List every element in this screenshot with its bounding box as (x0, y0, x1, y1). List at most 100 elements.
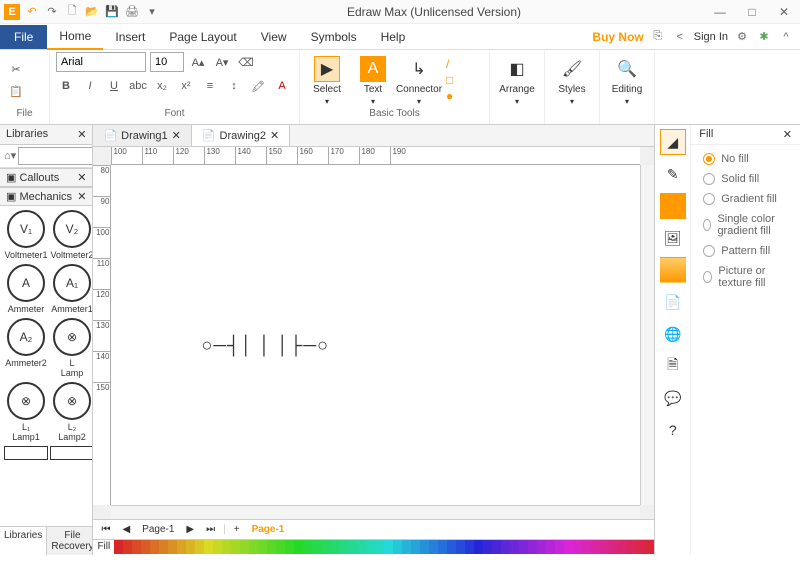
minimize-button[interactable]: — (708, 5, 732, 19)
shape-voltmeter1[interactable]: V₁Voltmeter1 (4, 210, 48, 260)
fill-opt-nofill[interactable]: No fill (703, 153, 788, 165)
maximize-button[interactable]: □ (740, 5, 764, 19)
redo-icon[interactable]: ↷ (44, 4, 60, 20)
doc-tab-1[interactable]: 📄 Drawing1 ✕ (93, 125, 191, 146)
italic-button[interactable]: I (80, 76, 100, 96)
styles-tool[interactable]: 🖌Styles▾ (551, 54, 593, 106)
color-swatches[interactable] (114, 540, 654, 555)
menu-help[interactable]: Help (369, 25, 418, 49)
shape-lamp1[interactable]: ⊗L₁Lamp1 (4, 382, 48, 442)
underline-button[interactable]: U (104, 76, 124, 96)
libraries-panel: Libraries✕ ⌂▾ 🔍 ▣ Callouts✕ ▣ Mechanics✕… (0, 125, 93, 555)
increase-font-icon[interactable]: A▴ (188, 52, 208, 72)
shape-voltmeter2[interactable]: V₂Voltmeter2 (50, 210, 92, 260)
shape-lamp[interactable]: ⊗LLamp (50, 318, 92, 378)
shape-ammeter1[interactable]: A₁Ammeter1 (50, 264, 92, 314)
vertical-ruler: 8090100110120130140150 (93, 165, 111, 505)
share-icon[interactable]: < (672, 29, 688, 45)
highlight-button[interactable]: 🖍 (248, 76, 268, 96)
help-tool-icon[interactable]: ? (660, 417, 686, 443)
fill-panel-close-icon[interactable]: ✕ (783, 128, 792, 141)
layer-tool-icon[interactable]: 🗎 (660, 353, 686, 379)
editing-tool[interactable]: 🔍Editing▾ (606, 54, 648, 106)
shape-ammeter2[interactable]: A₂Ammeter2 (4, 318, 48, 378)
tab-file-recovery[interactable]: File Recovery (47, 527, 93, 555)
subscript-button[interactable]: x₂ (152, 76, 172, 96)
fill-opt-single-gradient[interactable]: Single color gradient fill (703, 213, 788, 237)
quick-shapes[interactable]: /□● (444, 55, 455, 105)
shape-lamp2[interactable]: ⊗L₂Lamp2 (50, 382, 92, 442)
menu-view[interactable]: View (249, 25, 299, 49)
comment-tool-icon[interactable]: 💬 (660, 385, 686, 411)
buy-now-link[interactable]: Buy Now (592, 30, 643, 44)
circuit-drawing[interactable]: ○─┤│ │ │├─○ (201, 335, 329, 356)
fill-options: No fill Solid fill Gradient fill Single … (691, 145, 800, 297)
globe-tool-icon[interactable]: 🌐 (660, 321, 686, 347)
clear-format-icon[interactable]: ⌫ (236, 52, 256, 72)
shape-ammeter[interactable]: AAmmeter (4, 264, 48, 314)
line-tool-icon[interactable]: ✎ (660, 161, 686, 187)
app-logo-icon: E (4, 4, 20, 20)
paste-icon[interactable]: 📋 (6, 81, 26, 101)
lib-cat-callouts[interactable]: ▣ Callouts✕ (0, 168, 92, 187)
menu-home[interactable]: Home (47, 24, 103, 50)
gradient-fill-icon[interactable] (660, 257, 686, 283)
select-tool[interactable]: ▶Select▾ (306, 54, 348, 106)
tab-libraries[interactable]: Libraries (0, 527, 47, 555)
page-next-icon[interactable]: ▶ (182, 523, 198, 536)
libraries-close-icon[interactable]: ✕ (77, 128, 86, 141)
shape-rect2[interactable] (50, 446, 92, 462)
home-icon[interactable]: ⌂▾ (4, 147, 16, 163)
print-icon[interactable]: 🖨 (124, 4, 140, 20)
bold-button[interactable]: B (56, 76, 76, 96)
superscript-button[interactable]: x² (176, 76, 196, 96)
page-tab-1[interactable]: Page-1 (248, 523, 289, 536)
settings-icon[interactable]: ⚙ (734, 29, 750, 45)
arrange-tool[interactable]: ◧Arrange▾ (496, 54, 538, 106)
menu-page-layout[interactable]: Page Layout (157, 25, 248, 49)
new-icon[interactable]: 🗋 (64, 4, 80, 20)
export-icon[interactable]: ⎘ (650, 29, 666, 45)
menu-symbols[interactable]: Symbols (299, 25, 369, 49)
page-tool-icon[interactable]: 📄 (660, 289, 686, 315)
strike-button[interactable]: abc (128, 76, 148, 96)
shape-rect1[interactable] (4, 446, 48, 462)
fill-tool-icon[interactable]: ◢ (660, 129, 686, 155)
font-name-combo[interactable] (56, 52, 146, 72)
bullets-button[interactable]: ≡ (200, 76, 220, 96)
solid-fill-icon[interactable] (660, 193, 686, 219)
ribbon: ✂ 📋 File A▴ A▾ ⌫ B I U abc x₂ x² ≡ ↕ � (0, 50, 800, 125)
sign-in-link[interactable]: Sign In (694, 31, 728, 43)
close-button[interactable]: ✕ (772, 5, 796, 19)
vertical-scrollbar[interactable] (640, 165, 654, 505)
fill-opt-picture[interactable]: Picture or texture fill (703, 265, 788, 289)
fill-opt-pattern[interactable]: Pattern fill (703, 245, 788, 257)
open-icon[interactable]: 📂 (84, 4, 100, 20)
doc-tab-2[interactable]: 📄 Drawing2 ✕ (192, 125, 290, 146)
decrease-font-icon[interactable]: A▾ (212, 52, 232, 72)
fill-opt-gradient[interactable]: Gradient fill (703, 193, 788, 205)
format-painter-icon[interactable]: ✂ (6, 59, 26, 79)
lib-cat-mechanics[interactable]: ▣ Mechanics✕ (0, 187, 92, 206)
text-tool[interactable]: AText▾ (352, 54, 394, 106)
add-page-button[interactable]: + (230, 523, 244, 536)
undo-icon[interactable]: ↶ (24, 4, 40, 20)
font-color-button[interactable]: A (272, 76, 292, 96)
file-menu[interactable]: File (0, 25, 47, 49)
horizontal-scrollbar[interactable] (111, 505, 640, 519)
library-search-input[interactable] (18, 147, 93, 165)
page-last-icon[interactable]: ⏭ (202, 523, 219, 536)
image-fill-icon[interactable]: 🖼 (660, 225, 686, 251)
menu-insert[interactable]: Insert (103, 25, 157, 49)
collapse-ribbon-icon[interactable]: ^ (778, 29, 794, 45)
spacing-button[interactable]: ↕ (224, 76, 244, 96)
canvas[interactable]: ○─┤│ │ │├─○ (111, 165, 640, 505)
titlebar: E ↶ ↷ 🗋 📂 💾 🖨 ▾ Edraw Max (Unlicensed Ve… (0, 0, 800, 24)
more-qat-icon[interactable]: ▾ (144, 4, 160, 20)
page-prev-icon[interactable]: ◀ (118, 523, 134, 536)
save-icon[interactable]: 💾 (104, 4, 120, 20)
font-size-combo[interactable] (150, 52, 184, 72)
connector-tool[interactable]: ↳Connector▾ (398, 54, 440, 106)
fill-opt-solid[interactable]: Solid fill (703, 173, 788, 185)
page-first-icon[interactable]: ⏮ (97, 523, 114, 536)
